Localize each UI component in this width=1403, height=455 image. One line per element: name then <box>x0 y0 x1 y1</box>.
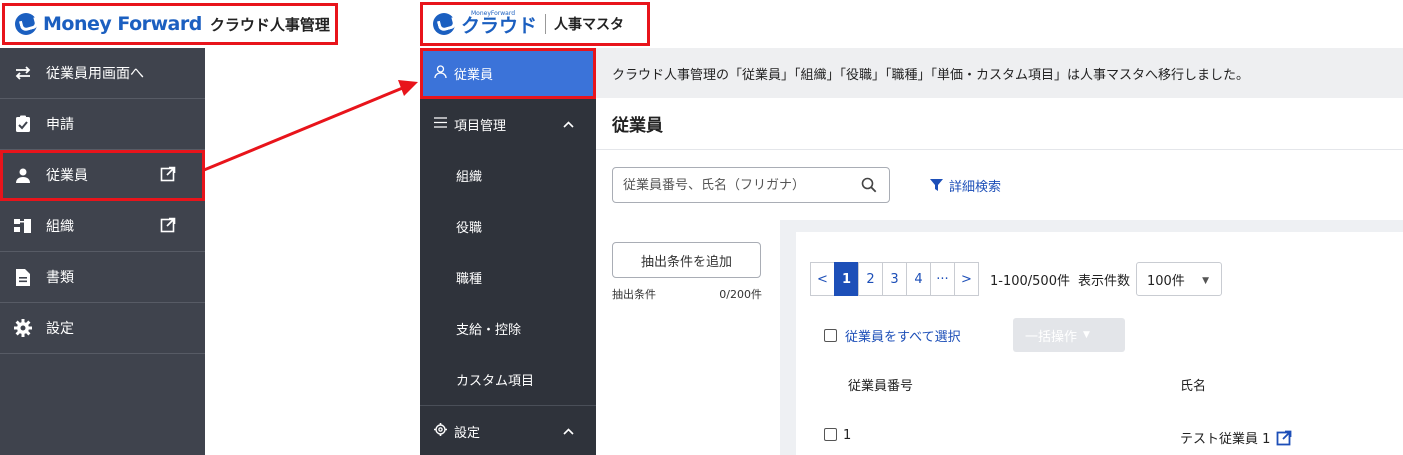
money-forward-logo-icon <box>433 13 455 35</box>
sidebar-item-custom-items[interactable]: カスタム項目 <box>420 354 596 405</box>
sidebar-item-employees[interactable]: 従業員 <box>420 48 596 99</box>
chevron-up-icon[interactable] <box>563 424 574 438</box>
pagination-page-1[interactable]: 1 <box>834 262 859 296</box>
filter-panel: 抽出条件を追加 抽出条件 0/200件 <box>612 242 762 302</box>
sidebar-item-employee-screen[interactable]: 従業員用画面へ <box>0 48 205 99</box>
select-all-employees[interactable]: 従業員をすべて選択 <box>824 326 961 345</box>
sidebar-item-employees[interactable]: 従業員 <box>0 150 205 201</box>
add-condition-button[interactable]: 抽出条件を追加 <box>612 242 761 278</box>
product-name: クラウド人事管理 <box>209 15 330 34</box>
column-header-name: 氏名 <box>1180 379 1207 394</box>
column-header-number: 従業員番号 <box>848 379 914 394</box>
condition-label: 抽出条件 <box>612 288 656 301</box>
caret-down-icon: ▼ <box>1083 330 1090 340</box>
right-sidebar: 従業員 項目管理 組織 役職 職種 支給・控除 カスタム項目 設定 <box>420 48 596 455</box>
migration-notice: クラウド人事管理の「従業員」「組織」「役職」「職種」「単価・カスタム項目」は人事… <box>596 48 1403 98</box>
caret-down-icon: ▼ <box>1202 276 1209 286</box>
condition-count: 0/200件 <box>719 288 762 301</box>
sidebar-item-label: カスタム項目 <box>456 374 535 389</box>
pagination-ellipsis[interactable]: ··· <box>930 262 955 296</box>
product-name: 人事マスタ <box>554 17 625 33</box>
employee-name: テスト従業員 1 <box>1180 432 1271 447</box>
search-input[interactable] <box>623 177 853 193</box>
clipboard-check-icon <box>14 115 32 133</box>
employee-number: 1 <box>843 428 852 443</box>
org-chart-icon <box>14 217 32 235</box>
logo-separator <box>545 14 547 34</box>
table-row: 1 テスト従業員 1 <box>824 428 1403 455</box>
bulk-action-label: 一括操作 <box>1025 329 1078 345</box>
sidebar-item-organization[interactable]: 組織 <box>0 201 205 252</box>
list-icon <box>434 117 448 132</box>
search-field <box>612 167 890 203</box>
sidebar-item-job-type[interactable]: 職種 <box>420 252 596 303</box>
sidebar-item-position[interactable]: 役職 <box>420 201 596 252</box>
pagination-page-2[interactable]: 2 <box>858 262 883 296</box>
gear-outline-icon <box>434 423 448 440</box>
external-link-icon[interactable] <box>160 166 176 182</box>
sidebar-item-label: 書類 <box>46 270 74 286</box>
pagination-page-4[interactable]: 4 <box>906 262 931 296</box>
advanced-search-link[interactable]: 詳細検索 <box>930 176 1001 195</box>
filter-icon <box>930 178 943 191</box>
sidebar-item-settings[interactable]: 設定 <box>0 303 205 354</box>
per-page-value: 100件 <box>1146 273 1185 289</box>
external-link-icon[interactable] <box>1276 430 1292 446</box>
pagination-next-button[interactable]: > <box>954 262 979 296</box>
sidebar-item-label: 申請 <box>46 117 74 133</box>
condition-summary: 抽出条件 0/200件 <box>612 286 762 302</box>
sidebar-item-settings[interactable]: 設定 <box>420 406 596 455</box>
sidebar-item-item-management[interactable]: 項目管理 <box>420 99 596 150</box>
document-icon <box>14 268 32 286</box>
sidebar-item-label: 役職 <box>456 221 483 236</box>
jinji-master-logo-highlight: MoneyForward クラウド 人事マスタ <box>420 2 650 46</box>
sidebar-item-label: 従業員 <box>46 168 88 184</box>
sidebar-item-organization[interactable]: 組織 <box>420 150 596 201</box>
sidebar-item-label: 項目管理 <box>454 119 507 134</box>
sidebar-item-label: 設定 <box>454 426 481 441</box>
advanced-search-label: 詳細検索 <box>949 179 1002 195</box>
brand-name: Money Forward <box>43 13 202 35</box>
pagination-prev-button[interactable]: < <box>810 262 835 296</box>
bulk-action-button: 一括操作 ▼ <box>1013 318 1125 352</box>
person-icon <box>14 166 32 184</box>
results-card: < 1 2 3 4 ··· > 1-100/500件 表示件数 100件 ▼ 従… <box>796 232 1403 455</box>
result-range: 1-100/500件 <box>990 273 1070 289</box>
sidebar-item-label: 従業員 <box>454 68 494 83</box>
per-page-select[interactable]: 100件 ▼ <box>1135 262 1222 296</box>
money-forward-logo-icon <box>15 13 37 35</box>
main-content: クラウド人事管理の「従業員」「組織」「役職」「職種」「単価・カスタム項目」は人事… <box>596 48 1403 455</box>
sidebar-item-label: 支給・控除 <box>456 323 522 338</box>
person-outline-icon <box>434 65 448 82</box>
sidebar-item-requests[interactable]: 申請 <box>0 99 205 150</box>
gear-icon <box>14 319 32 337</box>
sidebar-item-label: 職種 <box>456 272 483 287</box>
sidebar-item-documents[interactable]: 書類 <box>0 252 205 303</box>
sidebar-item-label: 従業員用画面へ <box>46 66 144 82</box>
per-page-label: 表示件数 <box>1077 273 1130 289</box>
page-title: 従業員 <box>596 98 1403 150</box>
switch-arrows-icon <box>14 64 32 82</box>
employee-name-link[interactable]: テスト従業員 1 <box>1180 428 1292 447</box>
sidebar-item-label: 組織 <box>46 219 74 235</box>
money-forward-logo-highlight: Money Forward クラウド人事管理 <box>2 3 338 45</box>
select-all-label: 従業員をすべて選択 <box>845 330 961 345</box>
results-area: < 1 2 3 4 ··· > 1-100/500件 表示件数 100件 ▼ 従… <box>780 220 1403 455</box>
row-checkbox[interactable] <box>824 428 837 441</box>
sidebar-item-label: 設定 <box>46 321 74 337</box>
search-row: 詳細検索 <box>612 167 1001 203</box>
pagination: < 1 2 3 4 ··· > 1-100/500件 表示件数 100件 ▼ <box>810 262 1222 296</box>
sidebar-item-payment-deduction[interactable]: 支給・控除 <box>420 303 596 354</box>
search-icon[interactable] <box>861 177 877 193</box>
select-all-checkbox[interactable] <box>824 329 837 342</box>
sidebar-item-label: 組織 <box>456 170 483 185</box>
pagination-page-3[interactable]: 3 <box>882 262 907 296</box>
chevron-up-icon[interactable] <box>563 117 574 131</box>
logo-small-text: MoneyForward <box>471 10 516 17</box>
external-link-icon[interactable] <box>160 217 176 233</box>
left-sidebar: 従業員用画面へ 申請 従業員 組織 書類 設定 <box>0 48 205 455</box>
